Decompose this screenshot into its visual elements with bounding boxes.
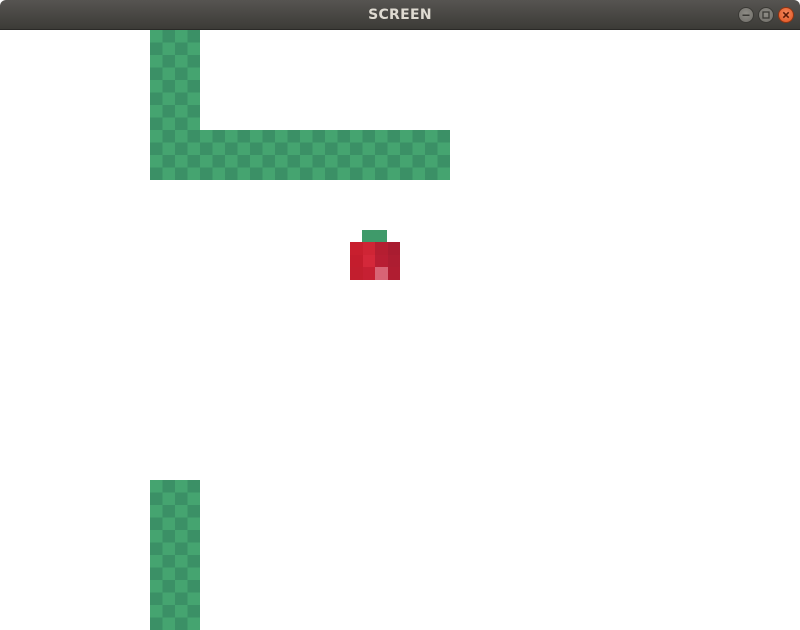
apple-shade [362, 267, 375, 280]
apple-shade [387, 254, 400, 267]
maximize-icon [762, 11, 770, 19]
apple-shade [387, 267, 400, 280]
apple-shade [350, 254, 363, 267]
snake-segment-horizontal [150, 130, 450, 180]
minimize-icon [742, 14, 750, 16]
maximize-button[interactable] [758, 7, 774, 23]
apple-shade [362, 254, 375, 267]
snake-segment-vertical-bottom [150, 480, 200, 630]
title-bar[interactable]: SCREEN [0, 0, 800, 30]
minimize-button[interactable] [738, 7, 754, 23]
apple-highlight [375, 267, 388, 280]
apple-shade [350, 242, 363, 255]
apple-shade [375, 254, 388, 267]
apple-stem [362, 230, 387, 242]
window-title: SCREEN [368, 7, 432, 23]
apple-shade [375, 242, 388, 255]
game-board [0, 30, 800, 630]
apple-shade [387, 242, 400, 255]
apple-shade [362, 242, 375, 255]
close-button[interactable] [778, 7, 794, 23]
close-icon [782, 11, 790, 19]
apple [350, 230, 400, 280]
apple-shade [350, 267, 363, 280]
game-window: SCREEN [0, 0, 800, 630]
